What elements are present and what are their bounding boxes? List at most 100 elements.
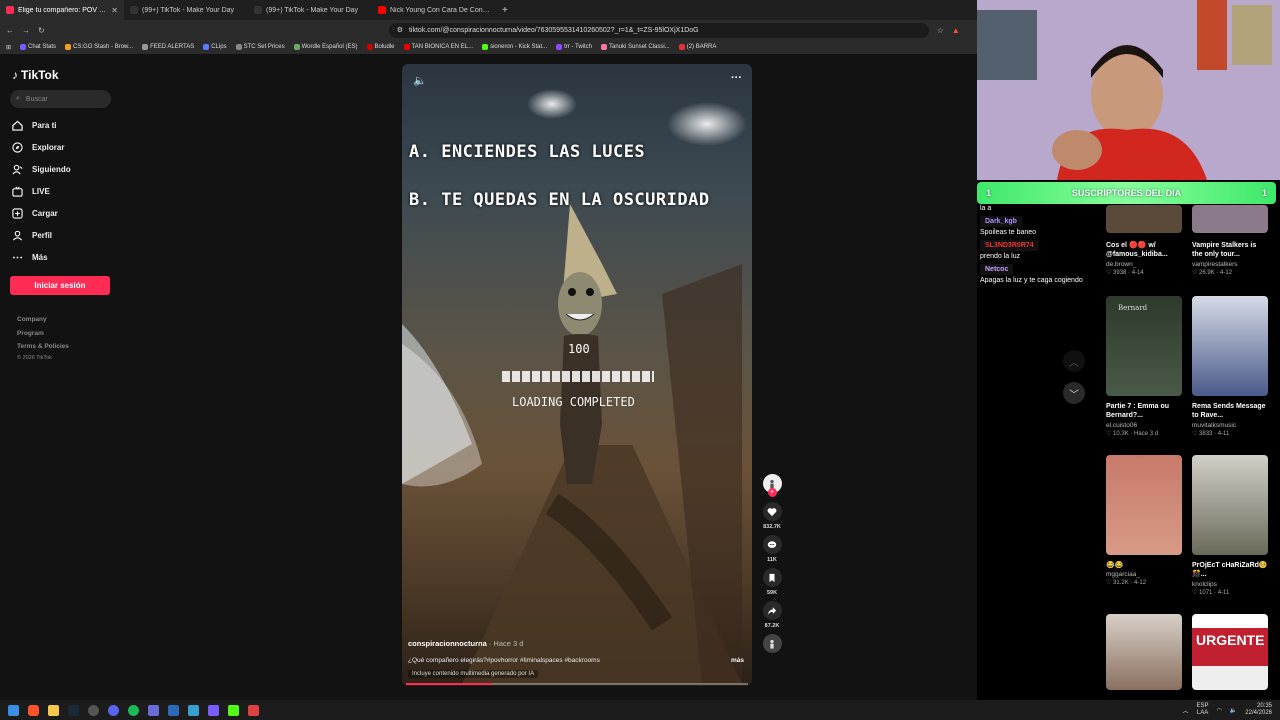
suggested-video[interactable] [1106, 614, 1182, 690]
nav-mas[interactable]: Más [12, 252, 48, 263]
app-icon[interactable] [148, 704, 159, 716]
suggested-video[interactable]: URGENTE [1192, 614, 1268, 690]
option-a-text: A. ENCIENDES LAS LUCES [409, 142, 646, 162]
bookmark-item[interactable]: Boludle [366, 44, 395, 50]
bookmark-label: trr - Twitch [564, 44, 593, 50]
language-indicator[interactable]: ESP LAA [1197, 703, 1209, 716]
spotify-icon[interactable] [128, 704, 139, 716]
share-button[interactable]: 87.2K [758, 601, 786, 629]
footer-terms[interactable]: Terms & Policies [17, 343, 69, 350]
tab-1[interactable]: (99+) TikTok - Make Your Day [124, 0, 248, 20]
author-avatar[interactable]: + [758, 474, 786, 497]
taskbar-clock[interactable]: 20:35 22/4/2026 [1245, 703, 1272, 717]
nav-cargar[interactable]: Cargar [12, 208, 58, 219]
app-icon[interactable] [168, 704, 179, 716]
bookmark-star-icon[interactable]: ☆ [937, 26, 944, 35]
discord-icon[interactable] [108, 704, 119, 716]
bookmark-item[interactable]: (2) BARRA [678, 44, 716, 50]
volume-tray-icon[interactable]: 🔈 [1230, 707, 1237, 714]
suggested-video[interactable]: Bernard Partie 7 : Emma ou Bernard?... e… [1106, 296, 1182, 437]
app-icon[interactable] [248, 704, 259, 716]
tray-chevron-icon[interactable]: ︿ [1183, 706, 1189, 715]
save-circle [762, 568, 782, 587]
nav-siguiendo[interactable]: Siguiendo [12, 164, 71, 175]
video-player[interactable]: A. ENCIENDES LAS LUCES B. TE QUEDAS EN L… [402, 64, 752, 686]
new-tab-icon[interactable]: + [496, 5, 514, 16]
search-input[interactable]: ⌕ Buscar [10, 90, 111, 108]
nav-explorar[interactable]: Explorar [12, 142, 64, 153]
nav-live[interactable]: LIVE [12, 186, 50, 197]
bookmark-item[interactable]: trr - Twitch [556, 44, 592, 50]
bookmark-item[interactable]: CLips [203, 44, 227, 50]
system-tray: ︿ ESP LAA ◠ 🔈 20:35 22/4/2026 [1183, 700, 1272, 720]
suggested-video[interactable]: Rema Sends Message to Rave... muvitalksm… [1192, 296, 1268, 437]
tab-3[interactable]: Nick Young Con Cara De Confundido [372, 0, 496, 20]
suggested-video[interactable]: Vampire Stalkers is the only tour... vam… [1192, 205, 1268, 276]
app-icon[interactable] [208, 704, 219, 716]
video-progress-bar[interactable] [406, 683, 748, 685]
search-placeholder: Buscar [25, 95, 48, 103]
forward-icon[interactable]: → [22, 26, 30, 35]
obs-icon[interactable] [88, 704, 99, 716]
steam-icon[interactable] [68, 704, 79, 716]
bookmark-item[interactable]: STC Set Prices [235, 44, 285, 50]
suggested-video[interactable]: PrOjEcT cHaRiZaRd🥺🎊... knolclips ♡ 1071 … [1192, 455, 1268, 596]
video-description: ¿Qué compañero elegirás?#povhorror #limi… [408, 657, 600, 664]
app-icon[interactable] [188, 704, 199, 716]
bookmark-item[interactable]: Wordle Español (ES) [293, 44, 358, 50]
tab-2[interactable]: (99+) TikTok - Make Your Day [248, 0, 372, 20]
volume-icon[interactable]: 🔈 [413, 74, 427, 87]
save-count: 59K [766, 590, 778, 596]
tab-0[interactable]: Elige tu compañero: POV Horror ✕ [0, 0, 124, 20]
bookmark-favicon [65, 44, 72, 50]
sound-avatar[interactable] [758, 634, 786, 653]
bookmark-item[interactable]: TAN BIONICA EN EL... [403, 44, 473, 50]
site-info-icon[interactable]: ⚙ [397, 26, 403, 34]
bookmark-item[interactable]: Chat Stats [20, 44, 56, 50]
video-options-icon[interactable]: ··· [731, 72, 742, 84]
like-button[interactable]: 832.7K [758, 502, 786, 530]
video-meta: ♡ 1071 · 4-11 [1192, 589, 1230, 596]
footer-company[interactable]: Company [17, 316, 47, 323]
comment-button[interactable]: 11K [758, 535, 786, 563]
nav-perfil[interactable]: Perfil [12, 230, 52, 241]
footer-program[interactable]: Program [17, 330, 44, 337]
wifi-icon[interactable]: ◠ [1217, 707, 1222, 714]
share-icon [767, 606, 777, 615]
bookmark-item[interactable]: sioneron - Kick Stat... [482, 44, 547, 50]
option-b-text: B. TE QUEDAS EN LA OSCURIDAD [409, 190, 710, 210]
logo-text: TikTok [21, 68, 59, 82]
nav-para-ti[interactable]: Para ti [12, 120, 56, 131]
scroll-up-button[interactable]: ︿ [1063, 350, 1085, 372]
bookmark-item[interactable]: Tanuki Sunset Classi... [601, 44, 670, 50]
close-tab-icon[interactable]: ✕ [111, 6, 118, 15]
save-button[interactable]: 59K [758, 568, 786, 596]
address-bar[interactable]: ⚙ tiktok.com/@conspiracionnocturna/video… [388, 22, 929, 38]
heart-icon [767, 507, 777, 516]
reload-icon[interactable]: ↻ [38, 26, 45, 35]
follow-plus-icon[interactable]: + [767, 488, 777, 497]
suggested-video[interactable]: Cos el 🔴🔴 w/ @famous_kidiba... de.brown_… [1106, 205, 1182, 276]
video-title: Vampire Stalkers is the only tour... [1192, 242, 1257, 259]
windows-start-icon[interactable] [8, 704, 19, 716]
video-author[interactable]: conspiracionnocturna [408, 639, 487, 648]
more-link[interactable]: más [731, 657, 744, 664]
brave-browser-icon[interactable] [28, 704, 39, 716]
tiktok-logo[interactable]: ♪ TikTok [12, 68, 59, 82]
brave-shield-icon[interactable]: ▲ [952, 26, 960, 35]
bookmarks-bar: ⊞ Chat Stats CS:GO Stash - Brow... FEED ALE… [0, 40, 977, 54]
video-progress-fill [406, 683, 492, 685]
webcam-overlay [977, 0, 1280, 180]
bookmark-label: sioneron - Kick Stat... [490, 44, 548, 50]
login-button[interactable]: Iniciar sesión [10, 276, 110, 295]
suggested-video[interactable]: 😂😂 mggarciaa_ ♡ 31.2K · 4-12 [1106, 455, 1182, 586]
kick-icon[interactable] [228, 704, 239, 716]
apps-grid-icon[interactable]: ⊞ [6, 44, 11, 51]
scroll-down-button[interactable]: ﹀ [1063, 382, 1085, 404]
bookmark-item[interactable]: CS:GO Stash - Brow... [65, 44, 133, 50]
bookmark-item[interactable]: FEED ALERTAS [142, 44, 194, 50]
file-explorer-icon[interactable] [48, 704, 59, 716]
video-title: PrOjEcT cHaRiZaRd🥺🎊... [1192, 562, 1268, 579]
back-icon[interactable]: ← [6, 26, 14, 35]
nav-label: Perfil [32, 231, 53, 240]
